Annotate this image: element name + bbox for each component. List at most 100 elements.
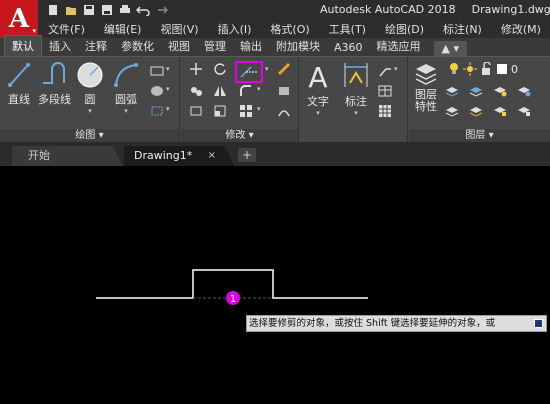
tab-addins[interactable]: 附加模块 [269, 36, 327, 56]
tab-output[interactable]: 输出 [233, 36, 269, 56]
boundary-icon[interactable] [148, 103, 166, 119]
line-button[interactable]: 直线 [6, 61, 32, 107]
erase-icon[interactable] [275, 61, 293, 77]
leader-icon[interactable] [376, 63, 394, 79]
tab-drawing[interactable]: Drawing1* × [124, 146, 234, 166]
explode-icon[interactable] [275, 83, 293, 99]
menu-tools[interactable]: 工具(T) [319, 21, 375, 37]
close-icon[interactable]: × [208, 146, 216, 166]
layers-icon [415, 64, 437, 85]
redo-icon[interactable] [154, 3, 168, 17]
arc-button[interactable]: 圆弧 ▾ [112, 61, 140, 115]
file-title: Drawing1.dwg [471, 3, 550, 16]
text-label: 文字 [307, 95, 329, 108]
new-tab-button[interactable]: + [238, 148, 256, 162]
layer-previous-icon[interactable] [467, 103, 485, 119]
tab-annotate[interactable]: 注释 [78, 36, 114, 56]
copy-icon[interactable] [187, 83, 205, 99]
menu-dimension[interactable]: 标注(N) [433, 21, 491, 37]
table-grid-icon[interactable] [376, 103, 394, 119]
menu-insert[interactable]: 插入(I) [208, 21, 261, 37]
modify-panel: ▾ ▾ ▾ 修改 ▾ [181, 57, 299, 143]
menu-draw[interactable]: 绘图(D) [375, 21, 433, 37]
menu-format[interactable]: 格式(O) [260, 21, 318, 37]
rectangle-icon[interactable] [148, 63, 166, 79]
new-icon[interactable] [46, 3, 60, 17]
chevron-down-icon[interactable]: ▾ [257, 105, 261, 113]
prompt-options-icon[interactable] [534, 319, 543, 328]
draw-panel: 直线 多段线 圆 ▾ 圆弧 ▾ ▾ ▾ ▾ 绘图 ▾ [0, 57, 180, 143]
chevron-down-icon[interactable]: ▾ [265, 65, 269, 73]
app-menu-button[interactable]: A ▾ [0, 0, 38, 38]
tab-parametric[interactable]: 参数化 [114, 36, 161, 56]
save-icon[interactable] [82, 3, 96, 17]
polyline-label: 多段线 [38, 93, 71, 106]
tab-default[interactable]: 默认 [4, 35, 42, 56]
rotate-icon[interactable] [211, 61, 229, 77]
chevron-down-icon[interactable]: ▾ [166, 105, 170, 113]
tab-a360[interactable]: A360 [327, 39, 370, 56]
menu-file[interactable]: 文件(F) [38, 21, 94, 37]
current-layer-name[interactable]: 0 [511, 63, 518, 76]
chevron-down-icon[interactable]: ▾ [394, 65, 398, 73]
polyline-icon [42, 62, 65, 84]
chevron-down-icon[interactable]: ▾ [166, 85, 170, 93]
stretch-icon[interactable] [187, 103, 205, 119]
title-bar: Autodesk AutoCAD 2018 Drawing1.dwg [0, 0, 550, 20]
chevron-down-icon[interactable]: ▾ [166, 65, 170, 73]
scale-icon[interactable] [211, 103, 229, 119]
tab-start[interactable]: 开始 [12, 146, 122, 166]
chevron-down-icon[interactable]: ▾ [316, 109, 320, 117]
text-button[interactable]: A 文字 ▾ [304, 61, 332, 117]
offset-icon[interactable] [275, 103, 293, 119]
polyline-button[interactable]: 多段线 [38, 61, 71, 107]
ribbon-display-toggle[interactable]: ▲ ▾ [433, 41, 468, 56]
layer-lock-icon[interactable] [491, 103, 509, 119]
layer-match-icon[interactable] [443, 103, 461, 119]
chevron-down-icon[interactable]: ▾ [354, 109, 358, 117]
chevron-down-icon[interactable]: ▾ [124, 107, 128, 115]
line-icon [8, 63, 30, 87]
tab-insert[interactable]: 插入 [42, 36, 78, 56]
svg-text:A: A [308, 61, 327, 91]
prompt-text: 选择要修剪的对象，或按住 Shift 键选择要延伸的对象，或 [249, 318, 496, 329]
trim-icon [240, 66, 258, 78]
arc-label: 圆弧 [115, 93, 137, 106]
layer-unlock-icon[interactable] [515, 103, 533, 119]
move-icon[interactable] [187, 61, 205, 77]
circle-button[interactable]: 圆 ▾ [76, 61, 104, 115]
layer-color-swatch[interactable] [493, 61, 511, 77]
dimension-button[interactable]: 标注 ▾ [342, 61, 370, 117]
menu-view[interactable]: 视图(V) [150, 21, 207, 37]
command-prompt-tooltip: 选择要修剪的对象，或按住 Shift 键选择要延伸的对象，或 [246, 315, 547, 332]
drawing-canvas[interactable]: 1 选择要修剪的对象，或按住 Shift 键选择要延伸的对象，或 [0, 166, 550, 404]
hatch-icon[interactable] [148, 83, 166, 99]
layer-isolate-icon[interactable] [467, 83, 485, 99]
undo-icon[interactable] [136, 3, 150, 17]
mirror-icon[interactable] [211, 83, 229, 99]
chevron-down-icon[interactable]: ▾ [88, 107, 92, 115]
table-icon[interactable] [376, 83, 394, 99]
modify-panel-title[interactable]: 修改 ▾ [181, 129, 298, 143]
drawing-geometry: 1 [96, 269, 368, 305]
chevron-down-icon: ▾ [32, 27, 36, 35]
tab-view[interactable]: 视图 [161, 36, 197, 56]
layer-off-icon[interactable] [491, 83, 509, 99]
layer-freeze-icon[interactable] [515, 83, 533, 99]
tab-featured-apps[interactable]: 精选应用 [370, 36, 428, 56]
layers-panel-title[interactable]: 图层 ▾ [409, 129, 550, 143]
fillet-icon[interactable] [237, 83, 255, 99]
print-icon[interactable] [118, 3, 132, 17]
array-icon[interactable] [237, 103, 255, 119]
saveas-icon[interactable] [100, 3, 114, 17]
draw-panel-title[interactable]: 绘图 ▾ [0, 129, 179, 143]
trim-button[interactable] [235, 61, 263, 83]
quick-access-toolbar [46, 2, 168, 18]
layer-state-icon[interactable] [443, 83, 461, 99]
menu-edit[interactable]: 编辑(E) [94, 21, 151, 37]
menu-modify[interactable]: 修改(M) [491, 21, 550, 37]
layer-properties-button[interactable]: 图层特性 [413, 61, 439, 113]
chevron-down-icon[interactable]: ▾ [257, 85, 261, 93]
open-icon[interactable] [64, 3, 78, 17]
tab-manage[interactable]: 管理 [197, 36, 233, 56]
